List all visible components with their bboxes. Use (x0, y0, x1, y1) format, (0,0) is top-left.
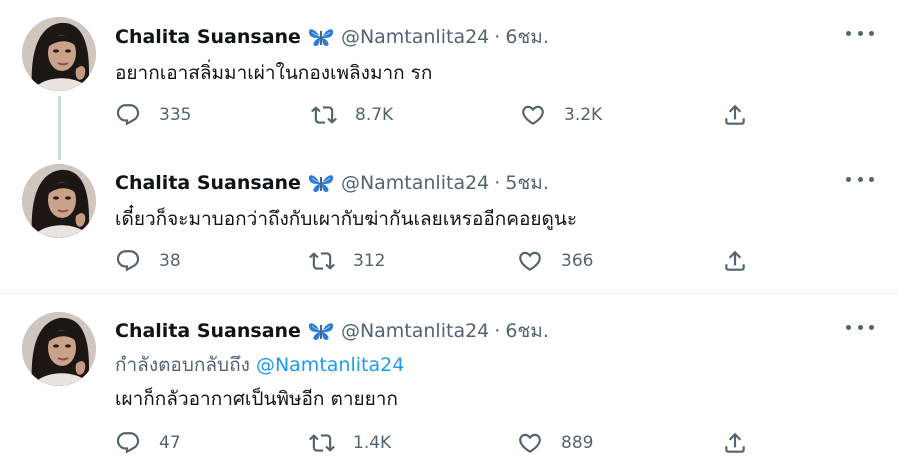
action-bar: 47 1.4K 889 (115, 428, 755, 458)
butterfly-badge-icon (307, 172, 335, 194)
reply-count: 47 (159, 433, 181, 453)
like-count: 889 (561, 433, 594, 453)
reply-icon (115, 430, 141, 456)
display-name[interactable]: Chalita Suansane (115, 26, 301, 48)
more-icon[interactable] (846, 319, 874, 335)
retweet-icon (311, 102, 337, 128)
share-icon (722, 248, 748, 274)
like-button[interactable]: 889 (517, 428, 593, 458)
separator-dot: · (494, 320, 501, 342)
more-icon[interactable] (846, 171, 874, 187)
share-button[interactable] (722, 428, 748, 458)
handle[interactable]: @Namtanlita24 (341, 26, 489, 48)
replying-to: กำลังตอบกลับถึง @Namtanlita24 (115, 350, 404, 380)
like-button[interactable]: 366 (517, 246, 593, 276)
avatar[interactable] (22, 164, 96, 238)
heart-icon (517, 430, 543, 456)
tweet-header: Chalita Suansane @Namtanlita24 · 5ชม. (115, 168, 549, 198)
display-name[interactable]: Chalita Suansane (115, 320, 301, 342)
share-icon (722, 430, 748, 456)
mention-link[interactable]: @Namtanlita24 (256, 354, 404, 376)
handle[interactable]: @Namtanlita24 (341, 320, 489, 342)
separator-dot: · (494, 26, 501, 48)
retweet-icon (309, 430, 335, 456)
heart-icon (520, 102, 546, 128)
reply-button[interactable]: 47 (115, 428, 181, 458)
handle[interactable]: @Namtanlita24 (341, 172, 489, 194)
action-bar: 335 8.7K 3.2K (115, 100, 755, 130)
tweet-text: อยากเอาสลิ่มมาเผ่าในกองเพลิงมาก รก (115, 62, 433, 84)
retweet-count: 1.4K (353, 433, 392, 453)
butterfly-badge-icon (307, 26, 335, 48)
like-count: 366 (561, 251, 594, 271)
divider (0, 293, 898, 294)
display-name[interactable]: Chalita Suansane (115, 172, 301, 194)
like-button[interactable]: 3.2K (520, 100, 602, 130)
retweet-count: 8.7K (355, 105, 394, 125)
timestamp[interactable]: 5ชม. (505, 168, 549, 198)
more-icon[interactable] (846, 25, 874, 41)
replying-prefix: กำลังตอบกลับถึง (115, 354, 250, 376)
like-count: 3.2K (564, 105, 603, 125)
tweet-header: Chalita Suansane @Namtanlita24 · 6ชม. (115, 316, 549, 346)
retweet-count: 312 (353, 251, 386, 271)
retweet-button[interactable]: 8.7K (311, 100, 393, 130)
tweet-header: Chalita Suansane @Namtanlita24 · 6ชม. (115, 22, 549, 52)
share-button[interactable] (722, 100, 748, 130)
retweet-icon (309, 248, 335, 274)
avatar[interactable] (22, 312, 96, 386)
retweet-button[interactable]: 1.4K (309, 428, 391, 458)
share-button[interactable] (722, 246, 748, 276)
reply-button[interactable]: 38 (115, 246, 181, 276)
reply-count: 335 (159, 105, 192, 125)
heart-icon (517, 248, 543, 274)
share-icon (722, 102, 748, 128)
reply-icon (115, 248, 141, 274)
tweet-text: เผาก็กลัวอากาศเป็นพิษอีก ตายยาก (115, 388, 398, 410)
tweet-text: เดี๋ยวก็จะมาบอกว่าถึงกับเผากับฆ่ากันเลยเ… (115, 208, 578, 230)
avatar[interactable] (22, 17, 96, 91)
reply-button[interactable]: 335 (115, 100, 191, 130)
reply-icon (115, 102, 141, 128)
reply-count: 38 (159, 251, 181, 271)
separator-dot: · (494, 172, 501, 194)
butterfly-badge-icon (307, 320, 335, 342)
retweet-button[interactable]: 312 (309, 246, 385, 276)
action-bar: 38 312 366 (115, 246, 755, 276)
timestamp[interactable]: 6ชม. (505, 22, 549, 52)
timestamp[interactable]: 6ชม. (505, 316, 549, 346)
thread-connector (58, 96, 61, 160)
